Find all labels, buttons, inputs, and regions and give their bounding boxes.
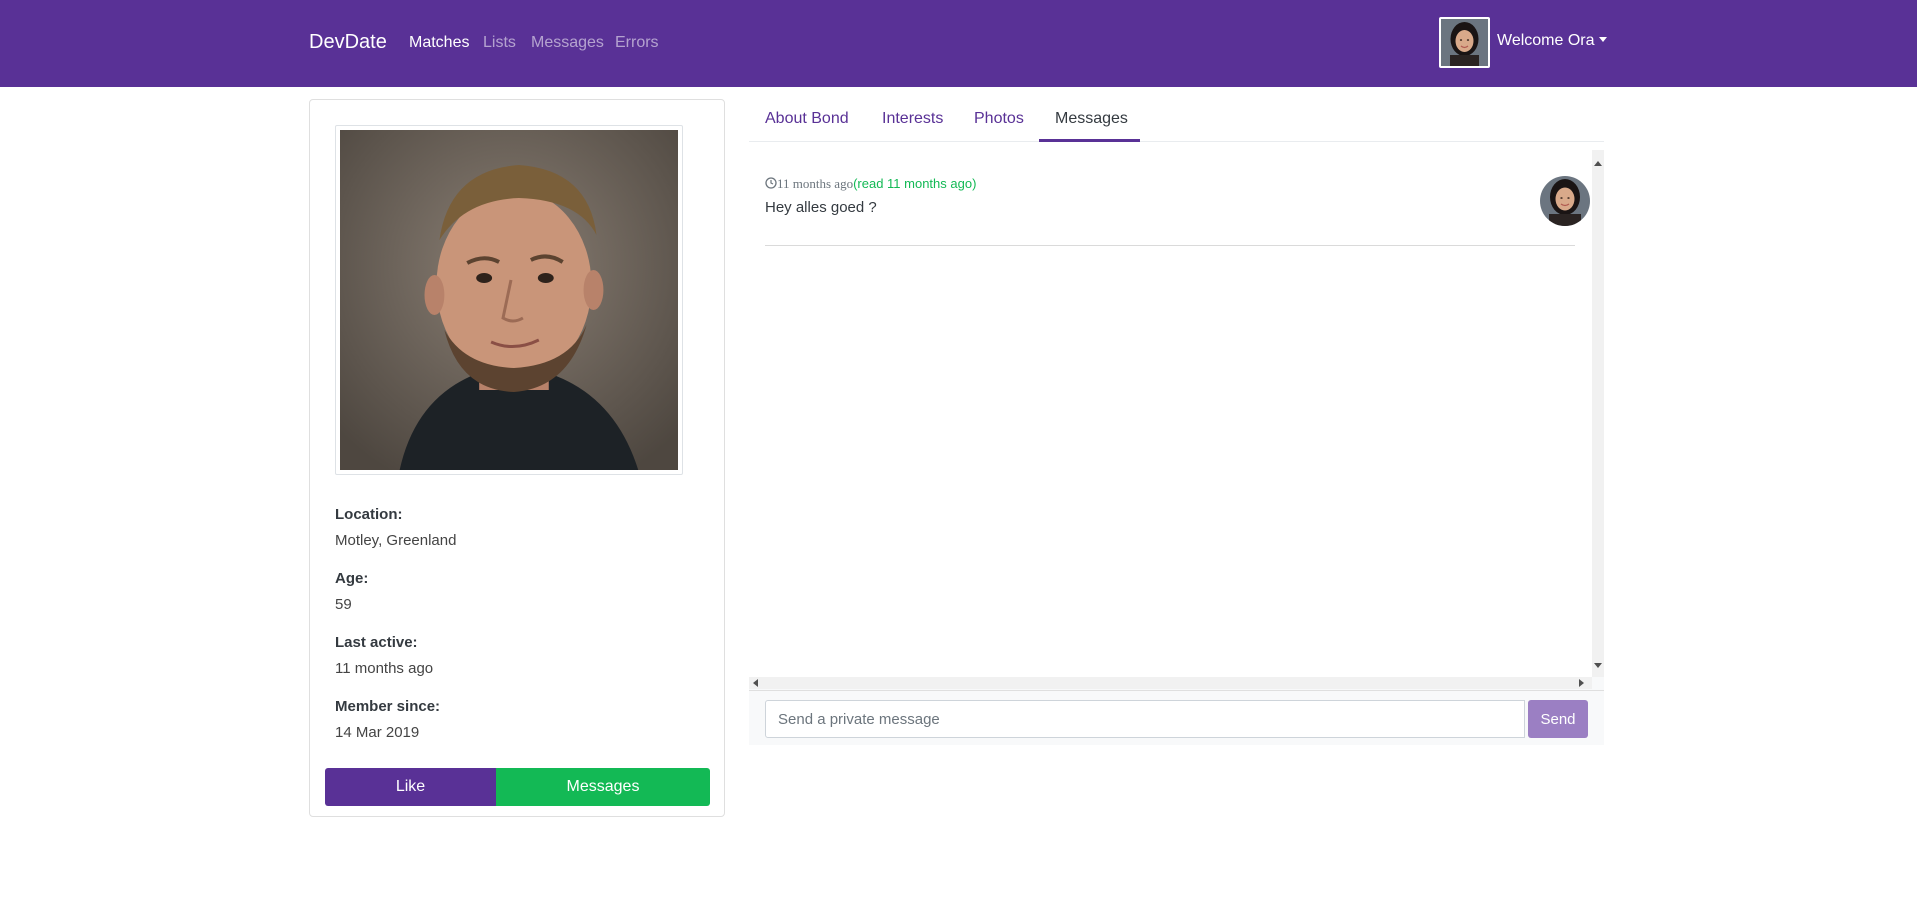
scroll-left-icon[interactable] [753, 679, 758, 687]
member-since-field: Member since: 14 Mar 2019 [335, 698, 440, 741]
horizontal-scrollbar[interactable] [749, 677, 1592, 689]
message-sender-avatar [1540, 176, 1590, 226]
nav-link-messages[interactable]: Messages [531, 34, 604, 52]
user-avatar-image [1441, 19, 1488, 66]
age-value: 59 [335, 596, 352, 613]
messages-panel: 11 months ago(read 11 months ago) Hey al… [749, 150, 1604, 745]
last-active-label: Last active: [335, 634, 418, 651]
member-since-label: Member since: [335, 698, 441, 715]
send-button[interactable]: Send [1528, 700, 1588, 738]
like-button[interactable]: Like [325, 768, 496, 806]
tab-messages[interactable]: Messages [1055, 110, 1128, 128]
welcome-dropdown[interactable]: Welcome Ora [1497, 32, 1607, 50]
tab-about[interactable]: About Bond [765, 110, 849, 128]
profile-actions: Like Messages [325, 768, 710, 806]
nav-link-lists[interactable]: Lists [483, 34, 516, 52]
vertical-scrollbar[interactable] [1592, 150, 1604, 677]
profile-card: Location: Motley, Greenland Age: 59 Last… [309, 99, 725, 817]
member-since-value: 14 Mar 2019 [335, 724, 420, 741]
message-read-status: (read 11 months ago) [853, 176, 977, 191]
welcome-label: Welcome Ora [1497, 32, 1595, 49]
clock-icon [765, 177, 777, 189]
message-input[interactable] [765, 700, 1525, 738]
messages-button[interactable]: Messages [496, 768, 710, 806]
tab-photos[interactable]: Photos [974, 110, 1024, 128]
scroll-up-icon[interactable] [1594, 161, 1602, 166]
last-active-value: 11 months ago [335, 660, 434, 677]
caret-down-icon [1598, 37, 1607, 42]
scroll-right-icon[interactable] [1579, 679, 1584, 687]
brand-logo[interactable]: DevDate [309, 31, 387, 54]
message-meta: 11 months ago(read 11 months ago) [765, 176, 976, 192]
profile-tabs: About Bond Interests Photos Messages [749, 99, 1604, 142]
last-active-field: Last active: 11 months ago [335, 634, 433, 677]
active-tab-indicator [1039, 139, 1140, 142]
profile-photo-frame [335, 125, 683, 475]
user-avatar [1439, 17, 1490, 68]
message-text: Hey alles goed ? [765, 199, 877, 216]
messages-list[interactable]: 11 months ago(read 11 months ago) Hey al… [749, 150, 1592, 677]
message-composer: Send [749, 690, 1604, 745]
navbar: DevDate Matches Lists Messages Errors We… [0, 0, 1917, 87]
location-field: Location: Motley, Greenland [335, 506, 456, 549]
tab-interests[interactable]: Interests [882, 110, 943, 128]
age-field: Age: 59 [335, 570, 368, 613]
message-item: 11 months ago(read 11 months ago) Hey al… [765, 176, 1590, 246]
location-value: Motley, Greenland [335, 532, 457, 549]
scroll-down-icon[interactable] [1594, 663, 1602, 668]
age-label: Age: [335, 570, 369, 587]
profile-photo [340, 130, 678, 470]
location-label: Location: [335, 506, 403, 523]
nav-link-errors[interactable]: Errors [615, 34, 659, 52]
message-time: 11 months ago [777, 176, 854, 191]
sender-avatar-image [1540, 176, 1590, 226]
nav-link-matches[interactable]: Matches [409, 34, 469, 52]
